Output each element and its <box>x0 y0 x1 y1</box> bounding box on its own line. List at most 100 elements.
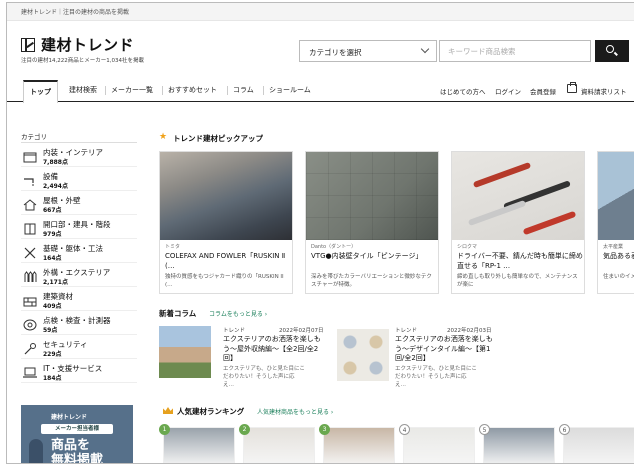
column-item-desc: エクステリアも、ひと見た目にこだわりたい！そうした声に応え… <box>395 366 477 388</box>
sidebar-item-key[interactable]: セキュリティ 229点 <box>21 335 137 359</box>
sidebar-item-interior[interactable]: 内装・インテリア 7,888点 <box>21 143 137 167</box>
pickup-maker: Danto（ダントー） <box>311 244 357 250</box>
structure-icon <box>23 244 37 259</box>
main-nav: トップ 建材検索 メーカー一覧 おすすめセット コラム ショールーム はじめての… <box>7 80 634 103</box>
pickup-card-desc: 深みを帯びたカラーバリエーションと微妙なテクスチャーが特徴。 <box>311 274 432 288</box>
sidebar-item-door[interactable]: 開口部・建具・階段 979点 <box>21 215 137 239</box>
category-select-value: カテゴリを選択 <box>309 48 362 57</box>
ranking-card[interactable] <box>483 427 555 463</box>
rank-badge: 3 <box>319 424 330 435</box>
ranking-more-link[interactable]: 人気建材商品をもっと見る › <box>257 407 333 416</box>
pickup-card-desc: 締め直しも取り外しも簡単なので、メンテナンスが楽に <box>457 274 578 288</box>
nav-tab-column[interactable]: コラム <box>233 85 254 95</box>
top-strip: 建材トレンド｜注目の建材の商品を掲載 <box>7 3 634 21</box>
ranking-title: 人気建材ランキング <box>177 407 245 416</box>
rank-badge: 1 <box>159 424 170 435</box>
nav-tab-showroom[interactable]: ショールーム <box>269 85 311 95</box>
product-image-tiles <box>306 152 438 240</box>
rank-badge: 4 <box>399 424 410 435</box>
browser-page: 建材トレンド｜注目の建材の商品を掲載 建材トレンド 注目の建材14,222商品と… <box>6 2 634 464</box>
nav-tab-sets[interactable]: おすすめセット <box>168 85 217 95</box>
ranking-card[interactable] <box>403 427 475 463</box>
sidebar-item-count: 7,888点 <box>43 159 68 166</box>
register-link[interactable]: 会員登録 <box>530 86 556 96</box>
laptop-icon <box>23 364 37 378</box>
rank-badge: 6 <box>559 424 570 435</box>
ranking-card[interactable] <box>323 427 395 463</box>
ranking-card[interactable] <box>243 427 315 463</box>
sidebar-item-count: 59点 <box>43 327 58 334</box>
search-input[interactable] <box>439 40 591 62</box>
request-list-link[interactable]: 資料請求リスト <box>581 86 627 96</box>
sidebar-item-meter[interactable]: 点検・検査・計測器 59点 <box>21 311 137 335</box>
free-listing-banner[interactable]: 建材トレンド メーカー担当者様 商品を 無料掲載 <box>21 405 133 464</box>
column-tag: トレンド <box>395 328 418 334</box>
column-title: 新着コラム <box>159 309 197 318</box>
login-link[interactable]: ログイン <box>495 86 521 96</box>
sidebar-item-brick[interactable]: 建築資材 409点 <box>21 287 137 311</box>
key-icon <box>23 340 37 355</box>
pickup-card-title: VTG●内装壁タイル「ピンテージ」 <box>311 252 423 260</box>
top-strip-text: 建材トレンド｜注目の建材の商品を掲載 <box>21 9 130 16</box>
request-list-icon[interactable] <box>567 82 577 93</box>
chevron-down-icon <box>420 44 430 54</box>
nav-separator <box>105 86 106 95</box>
banner-headline-2: 無料掲載 <box>51 453 104 464</box>
sidebar-item-structure[interactable]: 基礎・躯体・工法 164点 <box>21 239 137 263</box>
pickup-card[interactable]: 太平産業 気品ある表情が美しく… 住まいのイメ… る 意匠なバリ… <box>597 151 634 294</box>
column-tag: トレンド <box>223 328 246 334</box>
brick-icon <box>23 292 37 307</box>
category-sidebar: カテゴリ 内装・インテリア 7,888点 設備 2,494点 屋根・外壁 667点 開口部・… <box>21 131 137 383</box>
interior-icon <box>23 148 37 163</box>
sidebar-item-faucet[interactable]: 設備 2,494点 <box>21 167 137 191</box>
ranking-card[interactable] <box>563 427 634 463</box>
guide-link[interactable]: はじめての方へ <box>440 86 486 96</box>
nav-separator <box>263 86 264 95</box>
nav-tab-top[interactable]: トップ <box>23 80 58 103</box>
logo-icon <box>21 38 35 52</box>
star-icon: ★ <box>159 132 168 142</box>
logo-text: 建材トレンド <box>41 36 135 54</box>
nav-tab-search[interactable]: 建材検索 <box>69 85 97 95</box>
pickup-maker: シロクマ <box>457 244 478 250</box>
search-icon <box>606 45 614 53</box>
product-image-sofa <box>160 152 292 240</box>
nav-separator <box>162 86 163 95</box>
pickup-maker: 太平産業 <box>603 244 624 250</box>
pickup-card-desc: 独特の質感をもつジャカード織りの「RUSKIN II (… <box>165 274 284 288</box>
column-date: 2022年02月07日 <box>279 328 324 334</box>
column-item-title[interactable]: エクステリアのお洒落を楽しもう〜デザインタイル編〜【第1回/全2回】 <box>395 335 499 364</box>
column-more-link[interactable]: コラムをもっと見る › <box>209 309 267 318</box>
sidebar-item-count: 979点 <box>43 231 62 238</box>
pickup-card[interactable]: Danto（ダントー） VTG●内装壁タイル「ピンテージ」 深みを帯びたカラーバ… <box>305 151 439 294</box>
pickup-card-desc: 住まいのイメ… る 意匠なバリ… <box>603 274 634 280</box>
pickup-card-title: 気品ある表情が美しく… <box>603 252 634 260</box>
crown-icon <box>163 407 173 414</box>
column-item-title[interactable]: エクステリアのお洒落を楽しもう〜屋外収納編〜【全2回/全2回】 <box>223 335 327 364</box>
sidebar-heading: カテゴリ <box>21 131 137 143</box>
product-image-roof <box>598 152 634 240</box>
pickup-card[interactable]: シロクマ ドライバー不要、錆んだ時も簡単に締め直せる「RP-1 … 締め直しも取… <box>451 151 585 294</box>
nav-tab-makers[interactable]: メーカー一覧 <box>111 85 153 95</box>
door-icon <box>23 220 37 235</box>
search-button[interactable] <box>595 40 629 62</box>
sidebar-item-count: 667点 <box>43 207 62 214</box>
logo-subtitle: 注目の建材14,222商品とメーカー1,034社を掲載 <box>21 58 144 64</box>
column-item-desc: エクステリアも、ひと見た目にこだわりたい！そうした声に応え… <box>223 366 305 388</box>
banner-brand: 建材トレンド <box>51 414 88 421</box>
category-select[interactable]: カテゴリを選択 <box>299 40 437 62</box>
sidebar-item-laptop[interactable]: IT・支援サービス 184点 <box>21 359 137 383</box>
ranking-card[interactable] <box>163 427 235 463</box>
sidebar-item-roof[interactable]: 屋根・外壁 667点 <box>21 191 137 215</box>
column-date: 2022年02月03日 <box>447 328 492 334</box>
rank-badge: 5 <box>479 424 490 435</box>
sidebar-item-count: 229点 <box>43 351 62 358</box>
pickup-maker: トミタ <box>165 244 181 250</box>
column-thumb-tile[interactable] <box>337 329 389 381</box>
pickup-title: トレンド建材ピックアップ <box>173 134 263 143</box>
column-thumb-storage[interactable] <box>159 326 211 378</box>
pickup-card[interactable]: トミタ COLEFAX AND FOWLER「RUSKIN Ⅱ (… 独特の質感… <box>159 151 293 294</box>
sidebar-item-fence[interactable]: 外構・エクステリア 2,171点 <box>21 263 137 287</box>
pickup-card-title: ドライバー不要、錆んだ時も簡単に締め直せる「RP-1 … <box>457 252 583 270</box>
sidebar-item-count: 409点 <box>43 303 62 310</box>
